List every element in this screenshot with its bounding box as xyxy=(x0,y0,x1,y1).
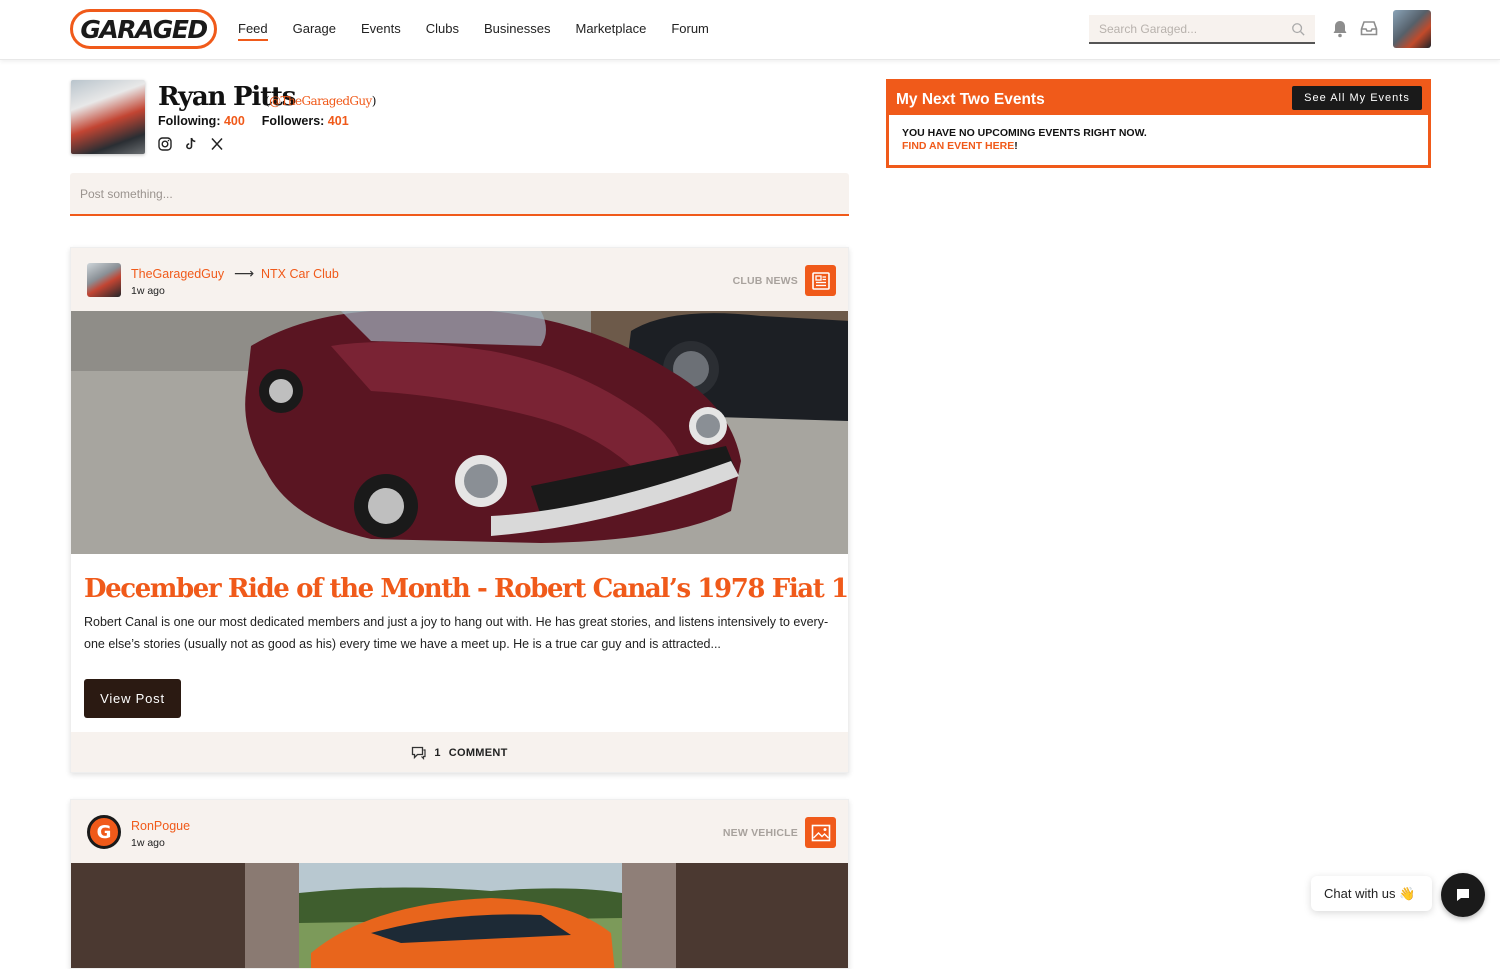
garaged-logo[interactable]: GARAGED xyxy=(70,9,217,49)
inbox-icon[interactable] xyxy=(1360,20,1378,36)
nav-events[interactable]: Events xyxy=(361,0,401,60)
post-type-label: NEW VEHICLE xyxy=(722,827,798,839)
feed-post: G RonPogue 1w ago NEW VEHICLE xyxy=(70,799,849,969)
nav-forum[interactable]: Forum xyxy=(671,0,709,60)
see-all-events-button[interactable]: See All My Events xyxy=(1292,86,1422,110)
tiktok-icon[interactable] xyxy=(184,137,198,151)
post-header: G RonPogue 1w ago NEW VEHICLE xyxy=(71,800,848,863)
handle-text[interactable]: @TheGaragedGuy xyxy=(269,94,372,108)
nav-clubs[interactable]: Clubs xyxy=(426,0,459,60)
main-nav: Feed Garage Events Clubs Businesses Mark… xyxy=(238,0,734,60)
followers-label: Followers: xyxy=(261,114,325,128)
nav-marketplace[interactable]: Marketplace xyxy=(576,0,647,60)
chat-prompt[interactable]: Chat with us 👋 xyxy=(1311,876,1432,911)
post-author[interactable]: TheGaragedGuy xyxy=(131,267,224,281)
author-avatar[interactable] xyxy=(87,263,121,297)
handle-close-paren: ) xyxy=(371,94,377,108)
events-empty-message: YOU HAVE NO UPCOMING EVENTS RIGHT NOW. F… xyxy=(902,127,1162,153)
newspaper-icon xyxy=(805,265,836,296)
instagram-icon[interactable] xyxy=(158,137,172,151)
post-excerpt: Robert Canal is one our most dedicated m… xyxy=(84,615,829,651)
post-input[interactable] xyxy=(70,173,849,214)
arrow-right-icon: ⟶ xyxy=(234,265,255,281)
comment-icon xyxy=(412,746,426,760)
feed-post: TheGaragedGuy ⟶ NTX Car Club 1w ago CLUB… xyxy=(70,247,849,773)
avatar-letter: G xyxy=(96,821,112,843)
comment-label: COMMENT xyxy=(448,747,508,759)
post-author[interactable]: RonPogue xyxy=(131,819,190,833)
search-icon[interactable] xyxy=(1291,22,1305,36)
nav-garage[interactable]: Garage xyxy=(293,0,336,60)
post-header: TheGaragedGuy ⟶ NTX Car Club 1w ago CLUB… xyxy=(71,248,848,311)
events-header: My Next Two Events See All My Events xyxy=(889,82,1428,115)
profile-picture xyxy=(71,80,145,154)
post-target-club[interactable]: NTX Car Club xyxy=(261,267,339,281)
profile-handle: (@TheGaragedGuy) xyxy=(265,94,376,108)
social-links xyxy=(158,137,224,151)
following-count[interactable]: 400 xyxy=(224,114,245,128)
author-avatar[interactable]: G xyxy=(87,815,121,849)
bell-icon[interactable] xyxy=(1332,20,1348,38)
followers-count[interactable]: 401 xyxy=(328,114,349,128)
search-bar xyxy=(1089,15,1315,44)
post-composer xyxy=(70,173,849,216)
x-icon[interactable] xyxy=(210,137,224,151)
logo-text: GARAGED xyxy=(80,14,208,44)
nav-feed[interactable]: Feed xyxy=(238,0,268,60)
chat-label: Chat with us xyxy=(1324,886,1396,901)
post-time: 1w ago xyxy=(131,837,165,849)
events-link-suffix: ! xyxy=(1014,140,1018,152)
chat-bubble-icon xyxy=(1457,889,1469,901)
chat-launcher-button[interactable] xyxy=(1441,873,1485,917)
user-avatar[interactable] xyxy=(1393,10,1431,48)
comment-count: 1 xyxy=(434,747,441,759)
post-type-label: CLUB NEWS xyxy=(732,275,798,287)
post-image[interactable] xyxy=(71,863,849,969)
events-title: My Next Two Events xyxy=(896,91,1045,108)
following-label: Following: xyxy=(158,114,221,128)
post-comments-bar[interactable]: 1 COMMENT xyxy=(71,732,848,772)
search-input[interactable] xyxy=(1089,15,1279,42)
post-title[interactable]: December Ride of the Month - Robert Cana… xyxy=(84,574,848,604)
waving-hand-icon: 👋 xyxy=(1399,886,1416,901)
follow-stats: Following: 400 Followers: 401 xyxy=(158,114,349,128)
events-empty-text: YOU HAVE NO UPCOMING EVENTS RIGHT NOW. xyxy=(902,127,1147,139)
image-icon xyxy=(805,817,836,848)
post-image[interactable] xyxy=(71,311,849,554)
top-navbar: GARAGED Feed Garage Events Clubs Busines… xyxy=(0,0,1500,60)
post-time: 1w ago xyxy=(131,285,165,297)
nav-businesses[interactable]: Businesses xyxy=(484,0,550,60)
upcoming-events-panel: My Next Two Events See All My Events YOU… xyxy=(886,79,1431,168)
view-post-button[interactable]: View Post xyxy=(84,679,181,718)
find-event-link[interactable]: FIND AN EVENT HERE xyxy=(902,140,1014,152)
